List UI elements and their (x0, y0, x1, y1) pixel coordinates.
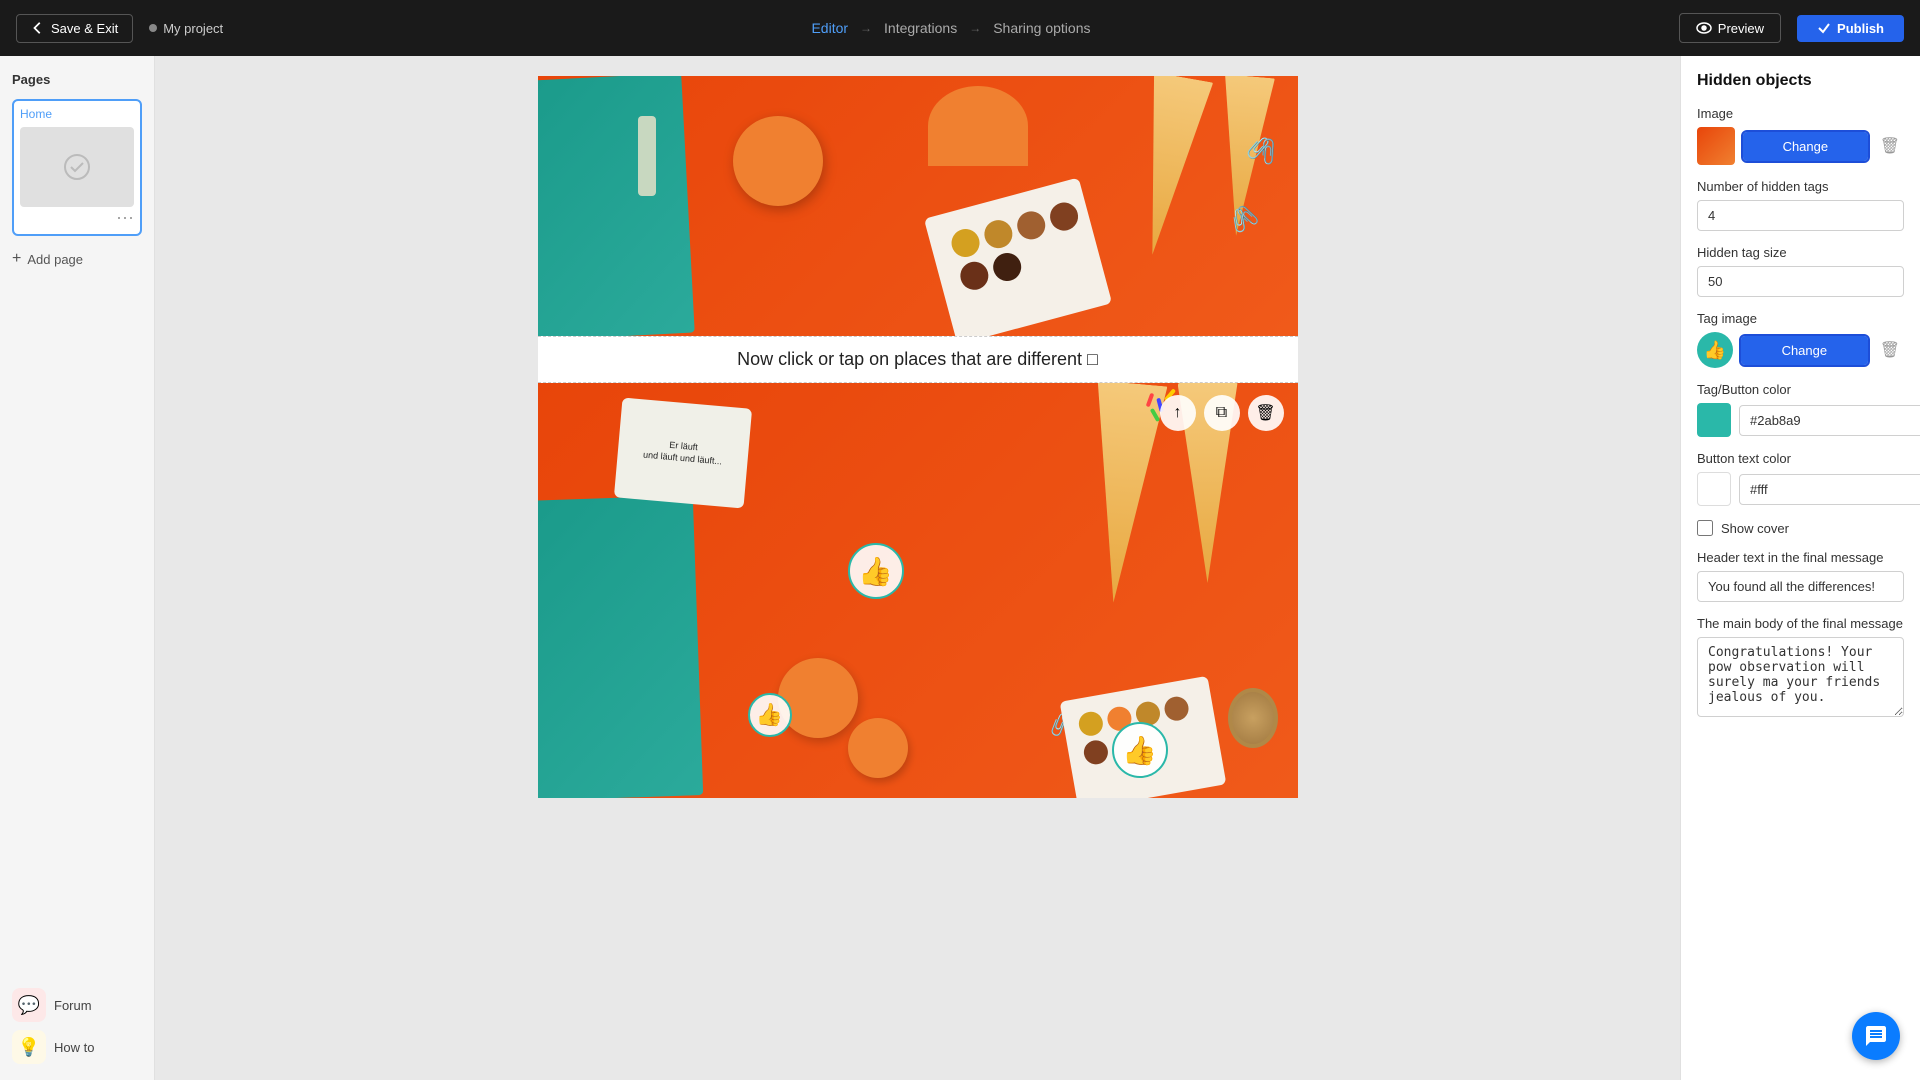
palette-deco (923, 178, 1111, 336)
preview-button[interactable]: Preview (1679, 13, 1781, 43)
tag-size-label: Hidden tag size (1697, 245, 1904, 260)
tag-image-change-button[interactable]: Change (1741, 336, 1868, 365)
main-layout: Pages Home ··· + Add page 💬 Forum (0, 56, 1920, 1080)
sidebar-howto-item[interactable]: 💡 How to (12, 1030, 142, 1064)
num-tags-input[interactable] (1697, 200, 1904, 231)
forum-icon: 💬 (12, 988, 46, 1022)
image-change-button[interactable]: Change (1743, 132, 1868, 161)
tag-image-label: Tag image (1697, 311, 1904, 326)
canvas-actions: ↑ ⧉ 🗑 (1160, 395, 1284, 431)
show-cover-row: Show cover (1697, 520, 1904, 536)
nav-step-editor[interactable]: Editor (811, 20, 848, 36)
main-body-label: The main body of the final message (1697, 616, 1904, 631)
canvas-delete-btn[interactable]: 🗑 (1248, 395, 1284, 431)
nav-step-integrations[interactable]: Integrations (884, 20, 957, 36)
header-text-label: Header text in the final message (1697, 550, 1904, 565)
btn-text-color-swatch[interactable] (1697, 472, 1731, 506)
sidebar-forum-item[interactable]: 💬 Forum (12, 988, 142, 1022)
btn-text-color-label: Button text color (1697, 451, 1904, 466)
tag-color-row (1697, 403, 1904, 437)
chat-bubble[interactable] (1852, 1012, 1900, 1060)
canvas-image-top: 🖇️ 🖇️ (538, 76, 1298, 336)
sidebar: Pages Home ··· + Add page 💬 Forum (0, 56, 155, 1080)
notebook-deco-top (538, 76, 695, 336)
vw-card: Er läuftund läuft und läuft... (613, 398, 751, 509)
topbar: Save & Exit My project Editor → Integrat… (0, 0, 1920, 56)
main-body-textarea[interactable] (1697, 637, 1904, 717)
orange-fruit-bottom-1 (778, 658, 858, 738)
tag-color-input[interactable] (1739, 405, 1920, 436)
howto-icon: 💡 (12, 1030, 46, 1064)
tag-badge-2[interactable]: 👍 (748, 693, 792, 737)
canvas-content: 🖇️ 🖇️ Now click or tap on places that ar… (538, 76, 1298, 798)
tag-image-icon: 👍 (1697, 332, 1733, 368)
icecream-cone-1 (1122, 76, 1212, 260)
header-text-input[interactable] (1697, 571, 1904, 602)
right-panel: Hidden objects Image Change 🗑 Number of … (1680, 56, 1920, 1080)
sidebar-bottom: 💬 Forum 💡 How to (12, 988, 142, 1064)
orange-fruit-bottom-2 (848, 718, 908, 778)
clothespin-2: 🖇️ (1225, 201, 1262, 237)
twine-ball (1228, 688, 1278, 748)
nav-step-sharing[interactable]: Sharing options (993, 20, 1090, 36)
tag-badge-1[interactable]: 👍 (848, 543, 904, 599)
image-delete-button[interactable]: 🗑 (1876, 132, 1904, 160)
canvas-move-btn[interactable]: ↑ (1160, 395, 1196, 431)
page-thumb-label: Home (20, 107, 134, 121)
orange-fruit-top (733, 116, 823, 206)
page-thumb-image (20, 127, 134, 207)
btn-text-color-row (1697, 472, 1904, 506)
tag-badge-3[interactable]: 👍 (1112, 722, 1168, 778)
tag-size-input[interactable] (1697, 266, 1904, 297)
tag-image-delete-button[interactable]: 🗑 (1876, 336, 1904, 364)
canvas-copy-btn[interactable]: ⧉ (1204, 395, 1240, 431)
show-cover-checkbox[interactable] (1697, 520, 1713, 536)
half-orange-top (928, 86, 1028, 166)
image-thumbnail (1697, 127, 1735, 165)
nailpolish-deco (638, 116, 656, 196)
publish-button[interactable]: Publish (1797, 15, 1904, 42)
nav-arrow-1: → (860, 21, 872, 35)
btn-text-color-input[interactable] (1739, 474, 1920, 505)
page-thumb-home[interactable]: Home ··· (12, 99, 142, 236)
page-thumb-menu[interactable]: ··· (20, 207, 134, 228)
tag-image-row: 👍 Change 🗑 (1697, 332, 1904, 368)
instruction-bar: Now click or tap on places that are diff… (538, 336, 1298, 383)
plus-icon: + (12, 250, 21, 268)
tag-color-swatch[interactable] (1697, 403, 1731, 437)
add-page-button[interactable]: + Add page (12, 250, 142, 268)
image-row: Change 🗑 (1697, 127, 1904, 165)
orange-bg-bottom: Er läuftund läuft und läuft... (538, 383, 1298, 798)
panel-title: Hidden objects (1697, 72, 1904, 90)
num-tags-label: Number of hidden tags (1697, 179, 1904, 194)
dot-icon (149, 24, 157, 32)
nav-arrow-2: → (969, 21, 981, 35)
notebook-deco-bottom (538, 495, 703, 798)
save-exit-label: Save & Exit (51, 21, 118, 36)
canvas-image-bottom[interactable]: Er läuftund läuft und läuft... (538, 383, 1298, 798)
nav-steps: Editor → Integrations → Sharing options (239, 20, 1663, 36)
canvas-area[interactable]: 🖇️ 🖇️ Now click or tap on places that ar… (155, 56, 1680, 1080)
tag-color-label: Tag/Button color (1697, 382, 1904, 397)
image-label: Image (1697, 106, 1904, 121)
project-name: My project (149, 21, 223, 36)
pages-title: Pages (12, 72, 142, 87)
save-exit-button[interactable]: Save & Exit (16, 14, 133, 43)
show-cover-label[interactable]: Show cover (1721, 521, 1789, 536)
